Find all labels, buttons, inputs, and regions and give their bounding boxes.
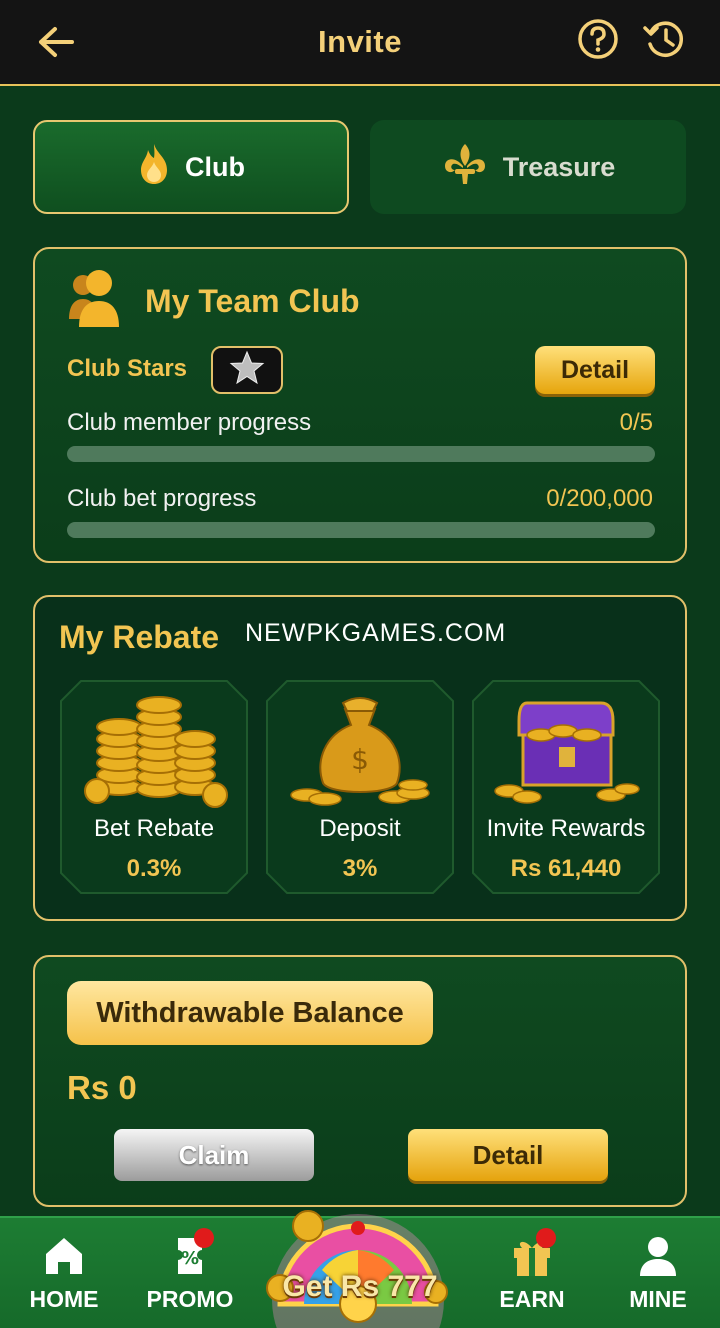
money-bag-icon: $ bbox=[285, 691, 435, 809]
top-bar: Invite bbox=[0, 0, 720, 86]
team-club-title: My Team Club bbox=[145, 283, 360, 319]
tab-treasure[interactable]: Treasure bbox=[370, 120, 686, 214]
rebate-card: My Rebate NEWPKGAMES.COM Bet Rebate 0.3% bbox=[33, 595, 687, 921]
back-arrow-icon[interactable] bbox=[34, 20, 78, 64]
rebate-item-bet: Bet Rebate 0.3% bbox=[59, 679, 249, 895]
lucky-wheel-label: Get Rs 777 bbox=[282, 1270, 438, 1303]
star-icon bbox=[229, 350, 265, 391]
club-stars-label: Club Stars bbox=[67, 355, 188, 382]
nav-earn-label: EARN bbox=[499, 1286, 565, 1312]
team-detail-button[interactable]: Detail bbox=[535, 346, 655, 394]
nav-promo[interactable]: % PROMO bbox=[128, 1218, 248, 1328]
rebate-title: My Rebate bbox=[59, 619, 220, 655]
nav-earn[interactable]: EARN bbox=[470, 1218, 590, 1328]
bet-progress-value: 0/200,000 bbox=[546, 485, 653, 512]
rebate-item-invite: Invite Rewards Rs 61,440 bbox=[471, 679, 661, 895]
tab-club-label: Club bbox=[185, 151, 245, 182]
bottom-nav: HOME % PROMO Get Rs 777 EARN MINE bbox=[0, 1210, 720, 1328]
nav-mine-label: MINE bbox=[629, 1286, 687, 1312]
tab-treasure-label: Treasure bbox=[502, 151, 616, 182]
balance-card: Withdrawable Balance Rs 0 Claim Detail bbox=[33, 955, 687, 1207]
deposit-label: Deposit bbox=[319, 815, 401, 842]
withdrawable-balance-amount: Rs 0 bbox=[67, 1069, 137, 1106]
member-progress-label: Club member progress bbox=[67, 409, 312, 436]
invite-rewards-value: Rs 61,440 bbox=[510, 855, 622, 882]
team-club-card: My Team Club Club Stars Detail Club memb… bbox=[33, 247, 687, 563]
promo-notification-badge bbox=[194, 1228, 214, 1248]
deposit-value: 3% bbox=[342, 855, 378, 882]
page-title: Invite bbox=[318, 24, 402, 59]
tab-club[interactable]: Club bbox=[33, 120, 349, 214]
earn-notification-badge bbox=[536, 1228, 556, 1248]
withdrawable-balance-label: Withdrawable Balance bbox=[67, 981, 433, 1045]
svg-text:%: % bbox=[181, 1248, 199, 1269]
invite-rewards-label: Invite Rewards bbox=[486, 815, 646, 842]
watermark-text: NEWPKGAMES.COM bbox=[245, 619, 507, 647]
flame-icon bbox=[137, 142, 171, 193]
help-icon[interactable] bbox=[576, 17, 620, 61]
bet-progress-bar bbox=[67, 522, 655, 538]
club-star-badge bbox=[211, 346, 283, 394]
bet-rebate-label: Bet Rebate bbox=[93, 815, 215, 842]
member-progress-value: 0/5 bbox=[619, 409, 653, 436]
balance-detail-button[interactable]: Detail bbox=[408, 1129, 608, 1181]
user-icon bbox=[636, 1234, 680, 1278]
invite-page: Club Treasure My Team Club Club Stars De… bbox=[0, 88, 720, 1216]
claim-button[interactable]: Claim bbox=[114, 1129, 314, 1181]
bet-progress-label: Club bet progress bbox=[67, 485, 257, 512]
svg-text:$: $ bbox=[351, 743, 369, 776]
rebate-item-deposit: $ Deposit 3% bbox=[265, 679, 455, 895]
team-icon bbox=[67, 267, 123, 336]
nav-home-label: HOME bbox=[29, 1286, 99, 1312]
fleur-de-lis-icon bbox=[441, 142, 489, 193]
nav-mine[interactable]: MINE bbox=[596, 1218, 716, 1328]
member-progress-bar bbox=[67, 446, 655, 462]
home-icon bbox=[42, 1234, 86, 1278]
treasure-chest-icon bbox=[491, 691, 641, 809]
nav-promo-label: PROMO bbox=[146, 1286, 234, 1312]
bet-rebate-value: 0.3% bbox=[126, 855, 182, 882]
history-icon[interactable] bbox=[642, 16, 688, 62]
coin-stack-icon bbox=[79, 691, 229, 809]
nav-home[interactable]: HOME bbox=[2, 1218, 122, 1328]
